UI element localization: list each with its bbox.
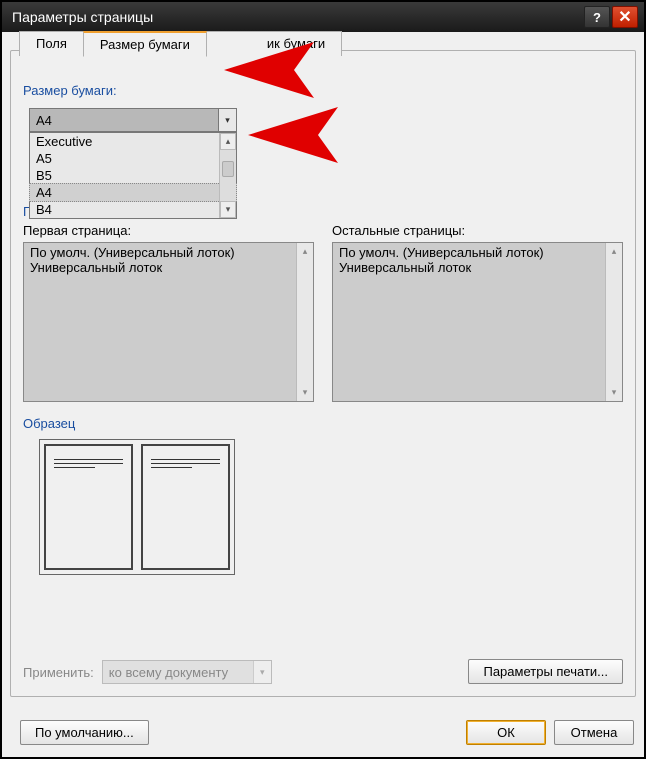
apply-value: ко всему документу bbox=[103, 665, 253, 680]
paper-size-option[interactable]: B5 bbox=[30, 167, 236, 184]
print-options-button[interactable]: Параметры печати... bbox=[468, 659, 623, 684]
dropdown-scrollbar[interactable]: ▴ ▾ bbox=[219, 133, 236, 218]
tab-paper-size[interactable]: Размер бумаги bbox=[83, 31, 207, 57]
scroll-thumb[interactable] bbox=[222, 161, 234, 177]
apply-label: Применить: bbox=[23, 665, 94, 680]
titlebar: Параметры страницы ? ✕ bbox=[2, 2, 644, 32]
scroll-down-icon[interactable]: ▾ bbox=[220, 201, 236, 218]
ok-button[interactable]: ОК bbox=[466, 720, 546, 745]
listbox-scrollbar[interactable]: ▴ ▾ bbox=[296, 243, 313, 401]
apply-drop-button: ▾ bbox=[253, 661, 271, 683]
dialog-buttons: По умолчанию... ОК Отмена bbox=[12, 720, 634, 745]
chevron-down-icon: ▾ bbox=[225, 115, 230, 126]
scroll-down-icon[interactable]: ▾ bbox=[606, 384, 622, 401]
apply-row: Применить: ко всему документу ▾ bbox=[23, 660, 272, 684]
paper-sources-row: Первая страница: По умолч. (Универсальны… bbox=[23, 223, 623, 402]
other-pages-label: Остальные страницы: bbox=[332, 223, 623, 238]
window-title: Параметры страницы bbox=[8, 9, 582, 25]
paper-size-combo-wrap: A4 ▾ Executive A5 B5 A4 B4 ▴ ▾ bbox=[29, 108, 237, 132]
list-item[interactable]: Универсальный лоток bbox=[339, 260, 602, 275]
list-item[interactable]: Универсальный лоток bbox=[30, 260, 293, 275]
first-page-listbox[interactable]: По умолч. (Универсальный лоток) Универса… bbox=[23, 242, 314, 402]
close-button[interactable]: ✕ bbox=[612, 6, 638, 28]
paper-size-dropdown[interactable]: Executive A5 B5 A4 B4 ▴ ▾ bbox=[29, 132, 237, 219]
sample-preview bbox=[39, 439, 235, 575]
sample-page-right bbox=[141, 444, 230, 570]
paper-size-combo[interactable]: A4 ▾ bbox=[29, 108, 237, 132]
paper-size-option[interactable]: B4 bbox=[30, 201, 236, 218]
chevron-down-icon: ▾ bbox=[260, 667, 265, 678]
list-item[interactable]: По умолч. (Универсальный лоток) bbox=[30, 245, 293, 260]
scroll-down-icon[interactable]: ▾ bbox=[297, 384, 313, 401]
scroll-up-icon[interactable]: ▴ bbox=[297, 243, 313, 260]
sample-page-left bbox=[44, 444, 133, 570]
paper-size-option[interactable]: A4 bbox=[29, 183, 237, 202]
sample-section: Образец bbox=[23, 416, 623, 575]
scroll-up-icon[interactable]: ▴ bbox=[220, 133, 236, 150]
apply-combo: ко всему документу ▾ bbox=[102, 660, 272, 684]
scroll-up-icon[interactable]: ▴ bbox=[606, 243, 622, 260]
tab-paper-source[interactable]: ик бумаги bbox=[206, 31, 342, 56]
tab-strip: Поля Размер бумаги ик бумаги bbox=[19, 31, 341, 56]
default-button[interactable]: По умолчанию... bbox=[20, 720, 149, 745]
first-page-label: Первая страница: bbox=[23, 223, 314, 238]
content-area: Поля Размер бумаги ик бумаги Размер бума… bbox=[2, 32, 644, 757]
main-panel: Поля Размер бумаги ик бумаги Размер бума… bbox=[10, 50, 636, 697]
page-setup-window: Параметры страницы ? ✕ Поля Размер бумаг… bbox=[0, 0, 646, 759]
paper-size-value: A4 bbox=[30, 113, 218, 128]
paper-size-option[interactable]: Executive bbox=[30, 133, 236, 150]
first-page-col: Первая страница: По умолч. (Универсальны… bbox=[23, 223, 314, 402]
paper-size-option[interactable]: A5 bbox=[30, 150, 236, 167]
tab-fields[interactable]: Поля bbox=[19, 31, 84, 56]
print-options-wrap: Параметры печати... bbox=[468, 659, 623, 684]
listbox-scrollbar[interactable]: ▴ ▾ bbox=[605, 243, 622, 401]
paper-size-drop-button[interactable]: ▾ bbox=[218, 109, 236, 131]
other-pages-col: Остальные страницы: По умолч. (Универсал… bbox=[332, 223, 623, 402]
sample-label: Образец bbox=[23, 416, 623, 431]
help-button[interactable]: ? bbox=[584, 6, 610, 28]
other-pages-listbox[interactable]: По умолч. (Универсальный лоток) Универса… bbox=[332, 242, 623, 402]
paper-size-label: Размер бумаги: bbox=[23, 83, 623, 98]
list-item[interactable]: По умолч. (Универсальный лоток) bbox=[339, 245, 602, 260]
cancel-button[interactable]: Отмена bbox=[554, 720, 634, 745]
